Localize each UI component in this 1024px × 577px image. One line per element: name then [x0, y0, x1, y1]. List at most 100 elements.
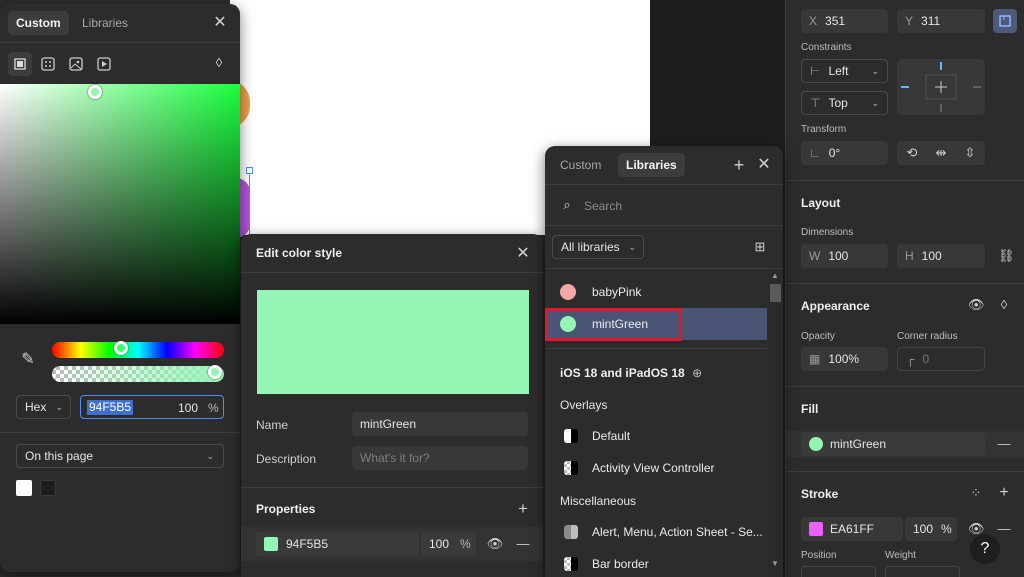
section-divider [786, 386, 1024, 387]
eye-icon[interactable]: 👁 [968, 298, 985, 311]
fill-style-field[interactable]: mintGreen [801, 432, 985, 456]
fill-row[interactable]: mintGreen — [786, 431, 1024, 458]
style-item-alert-menu[interactable]: Alert, Menu, Action Sheet - Se... [545, 516, 767, 548]
section-divider [0, 432, 240, 433]
constraint-widget[interactable] [897, 59, 985, 115]
stroke-position-select[interactable] [801, 566, 876, 577]
property-opacity-percent: % [460, 537, 471, 551]
style-item-bar-border[interactable]: Bar border [545, 548, 767, 577]
color-opacity-input[interactable]: 100 [178, 401, 198, 415]
group-title-miscellaneous[interactable]: Miscellaneous [560, 494, 636, 508]
search-input[interactable]: ⌕ Search [545, 190, 783, 220]
scroll-down-icon[interactable]: ▼ [771, 559, 779, 568]
edit-color-style-dialog: Edit color style ✕ Name mintGreen Descri… [241, 234, 543, 577]
header-divider [241, 272, 543, 273]
add-stroke-icon[interactable]: + [997, 485, 1011, 501]
flip-horizontal-icon[interactable]: ⇹ [932, 146, 950, 159]
swatch-black[interactable] [40, 480, 56, 496]
stroke-opacity-percent: % [941, 522, 952, 536]
swatch-source-select[interactable]: On this page ⌄ [16, 444, 224, 468]
opacity-field[interactable]: ▦ 100% [801, 347, 888, 371]
style-grid-icon[interactable]: ⁘ [969, 486, 983, 499]
libraries-panel: Custom Libraries + ✕ ⌕ Search All librar… [545, 146, 783, 577]
close-icon[interactable]: ✕ [756, 157, 772, 173]
corner-radius-field[interactable]: ┌ 0 [897, 347, 985, 371]
blend-mode-drop-icon[interactable]: ◊ [212, 56, 226, 69]
stroke-color-field[interactable]: EA61FF [801, 517, 903, 541]
flip-vertical-icon[interactable]: ⇳ [961, 146, 979, 159]
rotation-field[interactable]: ∟ 0° [801, 141, 888, 165]
solid-paint-button[interactable] [8, 52, 32, 76]
style-item-activity-view-controller[interactable]: Activity View Controller [545, 452, 767, 484]
vertical-constraint-select[interactable]: ⊤ Top ⌄ [801, 91, 888, 115]
library-filter-value: All libraries [561, 240, 620, 254]
x-position-field[interactable]: X 351 [801, 9, 888, 33]
style-item-default[interactable]: Default [545, 420, 767, 452]
color-area-handle[interactable] [88, 85, 102, 99]
video-paint-button[interactable] [92, 52, 116, 76]
width-field[interactable]: W 100 [801, 244, 888, 268]
opacity-slider-handle[interactable] [208, 365, 222, 379]
hue-slider-handle[interactable] [114, 341, 128, 355]
property-opacity-field[interactable]: 100 % [421, 532, 476, 556]
horizontal-constraint-select[interactable]: ⊢ Left ⌄ [801, 59, 888, 83]
layout-title: Layout [801, 196, 841, 210]
add-style-icon[interactable]: + [731, 156, 747, 174]
scrollbar-thumb[interactable] [770, 284, 781, 302]
gradient-paint-button[interactable] [36, 52, 60, 76]
width-prefix: W [809, 249, 821, 263]
eyedropper-icon[interactable]: ✎ [18, 352, 38, 368]
color-mode-select[interactable]: Hex ⌄ [16, 395, 71, 419]
description-input[interactable]: What's it for? [352, 446, 528, 470]
half-swatch-icon [564, 429, 578, 443]
property-row[interactable]: 94F5B5 100 % 👁 — [241, 527, 543, 561]
stroke-opacity-field[interactable]: 100 % [905, 517, 957, 541]
library-filter-select[interactable]: All libraries ⌄ [552, 235, 644, 259]
section-divider [786, 180, 1024, 181]
style-name-input[interactable]: mintGreen [352, 412, 528, 436]
tab-custom[interactable]: Custom [552, 153, 609, 177]
y-position-field[interactable]: Y 311 [897, 9, 985, 33]
close-icon[interactable]: ✕ [212, 15, 228, 31]
vertical-constraint-icon: ⊤ [810, 96, 821, 110]
group-title-overlays[interactable]: Overlays [560, 398, 607, 412]
style-item-babypink[interactable]: babyPink [545, 276, 767, 308]
remove-stroke-icon[interactable]: — [997, 522, 1011, 535]
image-paint-button[interactable] [64, 52, 88, 76]
constrain-proportions-icon[interactable]: ⛓ [998, 249, 1015, 262]
section-divider [786, 471, 1024, 472]
fill-title: Fill [801, 402, 819, 416]
add-property-icon[interactable]: + [515, 500, 531, 517]
eye-icon[interactable]: 👁 [968, 522, 985, 535]
help-button[interactable]: ? [970, 534, 1000, 564]
hex-input[interactable]: 94F5B5 [87, 400, 134, 415]
remove-property-icon[interactable]: — [515, 537, 531, 550]
grid-view-icon[interactable]: ⊞ [752, 240, 768, 253]
chevron-down-icon: ⌄ [55, 401, 63, 412]
property-color-field[interactable]: 94F5B5 [256, 532, 419, 556]
swatch-white[interactable] [16, 480, 32, 496]
tab-libraries[interactable]: Libraries [74, 11, 136, 35]
stroke-weight-field[interactable] [885, 566, 960, 577]
scrollbar[interactable]: ▲ ▼ [768, 269, 783, 577]
opacity-slider[interactable] [52, 366, 224, 382]
search-icon: ⌕ [563, 197, 571, 212]
eye-icon[interactable]: 👁 [486, 537, 504, 550]
selection-handle[interactable] [246, 167, 253, 174]
tab-libraries[interactable]: Libraries [618, 153, 685, 177]
description-placeholder: What's it for? [360, 451, 430, 465]
rotate-icon[interactable]: ⟲ [903, 146, 921, 159]
remove-fill-icon[interactable]: — [997, 437, 1011, 450]
library-name[interactable]: iOS 18 and iPadOS 18 ⊕ [560, 366, 702, 380]
section-divider [786, 283, 1024, 284]
tab-custom[interactable]: Custom [8, 11, 69, 35]
close-icon[interactable]: ✕ [515, 246, 531, 262]
drop-icon[interactable]: ◊ [997, 298, 1011, 311]
property-swatch [264, 537, 278, 551]
scroll-up-icon[interactable]: ▲ [771, 271, 779, 280]
height-field[interactable]: H 100 [897, 244, 985, 268]
opacity-label: Opacity [801, 331, 835, 342]
clip-content-button[interactable] [993, 9, 1017, 33]
hue-slider[interactable] [52, 342, 224, 358]
saturation-value-area[interactable] [0, 84, 240, 324]
